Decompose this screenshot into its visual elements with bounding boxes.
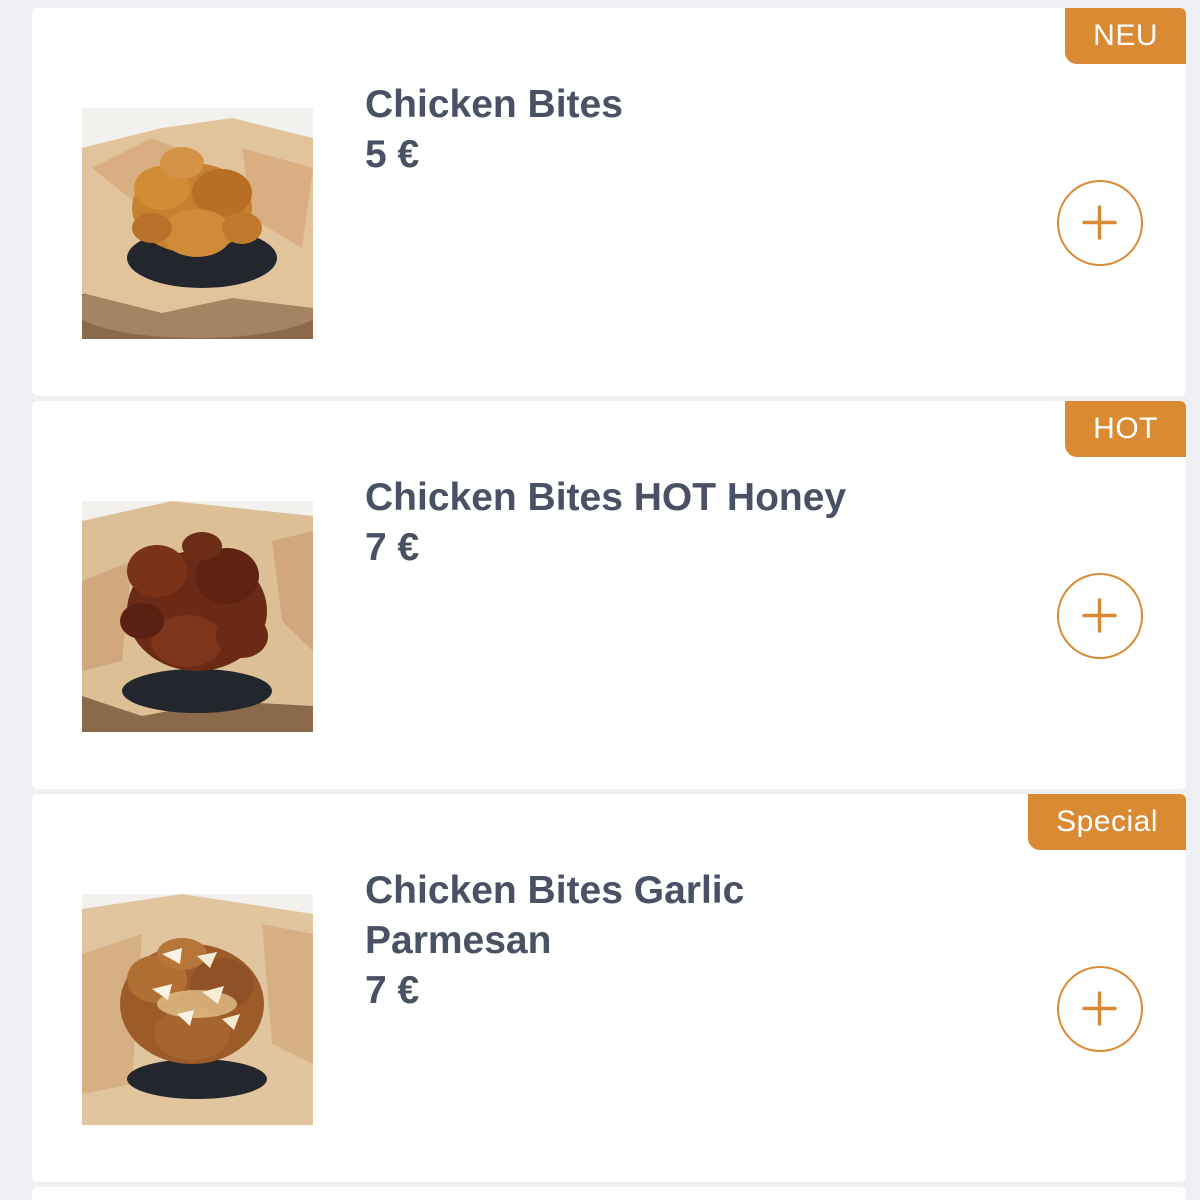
product-badge: NEU (1065, 8, 1186, 64)
product-image[interactable] (82, 501, 313, 732)
add-to-cart-button[interactable] (1057, 966, 1143, 1052)
plus-icon (1082, 991, 1117, 1026)
product-price: 7 € (365, 526, 420, 569)
hot-honey-chicken-bites-photo (82, 501, 313, 732)
product-image[interactable] (82, 894, 313, 1125)
add-to-cart-button[interactable] (1057, 573, 1143, 659)
product-card[interactable]: HOT Chicken Bites HOT Honey 7 € (32, 401, 1186, 789)
product-image[interactable] (82, 108, 313, 339)
plus-icon (1082, 205, 1117, 240)
product-info: Chicken Bites HOT Honey 7 € (365, 473, 885, 573)
add-to-cart-button[interactable] (1057, 180, 1143, 266)
product-name: Chicken Bites (365, 83, 623, 126)
product-badge: Special (1028, 794, 1186, 850)
product-name: Chicken Bites Garlic Parmesan (365, 869, 745, 962)
crispy-chicken-bites-photo (82, 108, 313, 339)
plus-icon (1082, 598, 1117, 633)
garlic-parmesan-chicken-bites-photo (82, 894, 313, 1125)
product-card[interactable]: NEU Chicken Bites 5 € (32, 8, 1186, 396)
product-price: 5 € (365, 133, 420, 176)
product-name: Chicken Bites HOT Honey (365, 476, 847, 519)
product-info: Chicken Bites Garlic Parmesan 7 € (365, 866, 885, 1016)
product-list: NEU Chicken Bites 5 € HOT Chicken Bites … (0, 0, 1200, 1200)
product-badge: HOT (1065, 401, 1186, 457)
product-card[interactable] (32, 1187, 1186, 1200)
product-info: Chicken Bites 5 € (365, 80, 885, 180)
product-card[interactable]: Special Chicken Bites Garlic Parmesan 7 … (32, 794, 1186, 1182)
product-price: 7 € (365, 969, 420, 1012)
